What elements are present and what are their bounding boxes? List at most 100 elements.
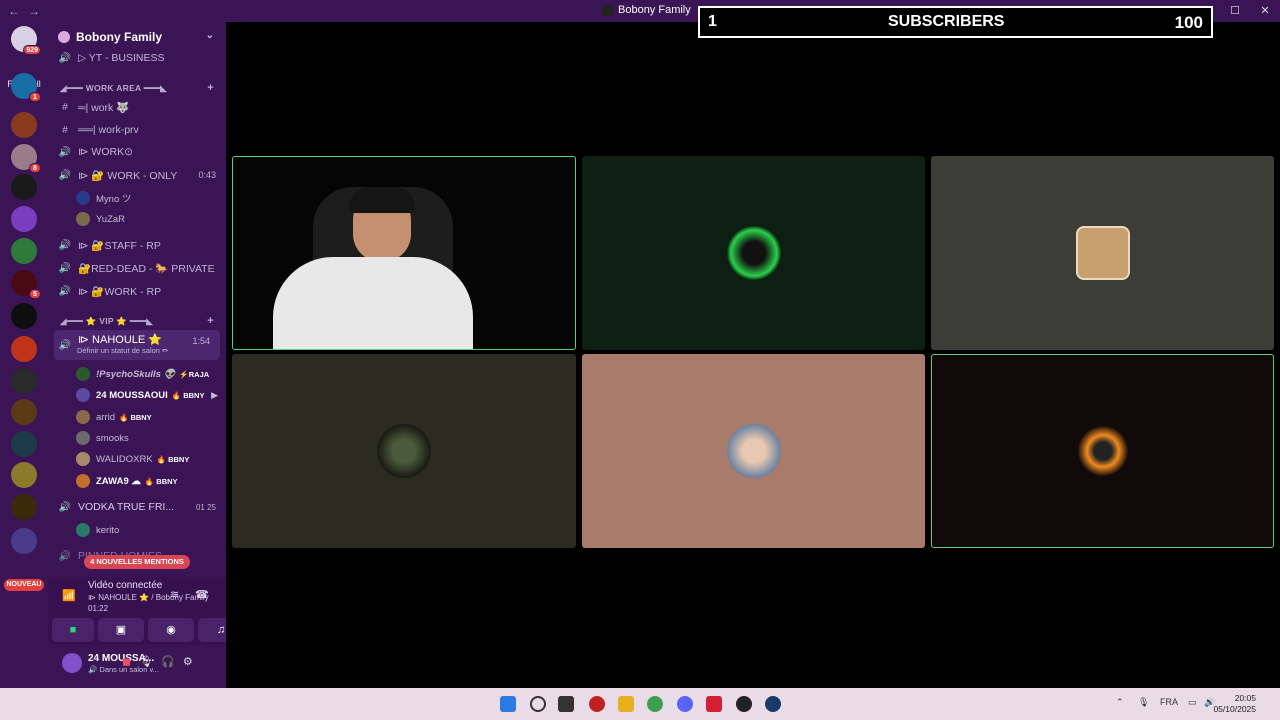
search-icon[interactable] (530, 696, 546, 712)
video-tile-avatar[interactable] (582, 156, 925, 350)
disconnect-icon[interactable]: ☎ (195, 588, 209, 601)
voice-user[interactable]: Myno ツ (76, 189, 224, 207)
channel-vodka[interactable]: 🔊 VODKA TRUE FRI... 01 25 (48, 498, 226, 516)
video-tile-avatar[interactable] (582, 354, 925, 548)
app-icon[interactable] (589, 696, 605, 712)
server-icon[interactable] (11, 368, 37, 394)
file-explorer-icon[interactable] (618, 696, 634, 712)
overlay-left-count: 1 (708, 13, 717, 30)
voice-channel-icon: 🔊 (58, 339, 72, 351)
chrome-icon[interactable] (647, 696, 663, 712)
guild-icon (58, 31, 70, 43)
server-icon[interactable] (11, 336, 37, 362)
back-icon[interactable]: ← (8, 4, 20, 18)
server-icon[interactable] (11, 528, 37, 554)
clock[interactable]: 20:05 05/10/2025 (1213, 693, 1256, 715)
overlay-goal: 100 (1174, 13, 1203, 32)
server-icon[interactable] (11, 494, 37, 520)
gear-icon[interactable]: ⚙ (183, 655, 193, 668)
avatar (76, 388, 90, 402)
maximize-icon[interactable]: ☐ (1220, 0, 1250, 22)
signal-icon[interactable]: 📶 (62, 589, 76, 602)
soundboard-button[interactable]: ♫ (198, 618, 226, 642)
server-icon[interactable]: 8 (11, 144, 41, 173)
channel-yt-business[interactable]: 🔊 ▷ YT - BUSINESS (48, 49, 226, 67)
nouveau-badge[interactable]: NOUVEAU (4, 579, 44, 591)
voice-user[interactable]: !PsychoSkulls 👽 ⚡RAJA (76, 365, 224, 383)
voice-channel-icon: 🔊 (58, 146, 72, 158)
video-tile-avatar[interactable] (931, 156, 1274, 350)
mic-icon[interactable]: 🎙 (139, 655, 153, 668)
voice-channel-icon: 🔊 (58, 262, 72, 274)
language-indicator[interactable]: FRA (1160, 697, 1178, 707)
video-tile-camera[interactable] (232, 156, 576, 350)
new-mentions-button[interactable]: 4 NOUVELLES MENTIONS (84, 555, 190, 569)
camera-icon: ▶ (211, 389, 218, 400)
voice-user[interactable]: YuZaR (76, 210, 224, 228)
steam-icon[interactable] (765, 696, 781, 712)
close-icon[interactable]: ✕ (1250, 0, 1280, 22)
category-vip[interactable]: ◢━━━ ⭐ VIP ⭐ ━━━◣ + (48, 312, 226, 330)
chevron-down-icon[interactable]: ⌄ (206, 30, 214, 41)
discord-icon[interactable] (677, 696, 693, 712)
forward-icon[interactable]: → (28, 4, 40, 18)
voice-user[interactable]: ZAWA9 ☁ 🔥 BBNY (76, 472, 224, 490)
add-channel-icon[interactable]: + (207, 82, 214, 94)
app-icon[interactable] (706, 696, 722, 712)
voice-status-channel[interactable]: ⧐ NAHOULE ⭐ / Bobony Family (88, 593, 209, 602)
voice-user[interactable]: WALIDOXRK 🔥 BBNY (76, 450, 224, 468)
screen-share-button[interactable]: ▣ (98, 618, 144, 642)
channel-status[interactable]: Définir un statut de salon ✏ (77, 345, 217, 355)
channel-work-o[interactable]: 🔊 ⧐ WORK⊙ (48, 143, 226, 161)
user-panel: 24 MOUSSA... 🔊 Dans un salon v... ◼ 🎙 🎧 … (48, 647, 226, 688)
server-icon[interactable]: 5 (11, 270, 41, 299)
channel-red-dead[interactable]: 🔊 🔐RED-DEAD - 🐎 PRIVATE (48, 259, 226, 277)
server-rail: 929 Read All 1 8 5 NOUVEAU (0, 22, 48, 688)
mic-icon[interactable]: 🎙 (1138, 697, 1149, 708)
avatar (76, 452, 90, 466)
server-icon[interactable] (11, 399, 37, 425)
category-work-area[interactable]: ◢━━━ WORK AREA ━━━◣ + (48, 79, 226, 97)
camera-button[interactable]: ■ (52, 618, 94, 642)
server-icon[interactable] (11, 206, 37, 232)
goku-avatar-icon (1077, 426, 1128, 476)
guild-header[interactable]: Bobony Family ⌄ (48, 22, 226, 52)
helmet-avatar-icon (377, 424, 431, 478)
add-channel-icon[interactable]: + (207, 315, 214, 327)
home-button[interactable]: 929 (11, 26, 41, 55)
task-view-icon[interactable] (558, 696, 574, 712)
video-grid (226, 22, 1280, 688)
photo-avatar-icon (726, 424, 781, 478)
avatar (76, 191, 90, 205)
channel-work[interactable]: # ═| work 🐺 (48, 98, 226, 116)
avatar[interactable] (62, 653, 82, 673)
avatar (76, 431, 90, 445)
server-icon[interactable] (11, 462, 37, 488)
server-icon[interactable] (11, 303, 37, 329)
voice-channel-icon: 🔊 (58, 285, 72, 297)
server-icon[interactable] (11, 174, 37, 200)
voice-user[interactable]: arrid 🔥 BBNY (76, 408, 224, 426)
app-icon[interactable] (736, 696, 752, 712)
voice-user[interactable]: kerito (76, 521, 224, 539)
video-tile-avatar[interactable] (232, 354, 576, 548)
channel-work-only[interactable]: 🔊 ⧐ 🔐 WORK - ONLY 0:43 (48, 166, 226, 184)
chevron-up-icon[interactable]: ⌃ (1116, 697, 1124, 708)
server-icon[interactable] (11, 431, 37, 457)
noise-suppression-icon[interactable]: ≋ (170, 588, 179, 601)
server-icon[interactable] (11, 238, 37, 264)
server-icon[interactable] (11, 112, 37, 138)
channel-work-rp[interactable]: 🔊 ⧐ 🔐WORK - RP (48, 282, 226, 300)
headphones-icon[interactable]: 🎧 (161, 655, 175, 668)
network-icon[interactable]: ▭ (1188, 697, 1197, 708)
voice-user[interactable]: 24 MOUSSAOUI 🔥 BBNY ▶ (76, 386, 224, 404)
taskbar: ⌃ 🎙 FRA ▭ 🔊 20:05 05/10/2025 (0, 688, 1280, 720)
server-icon-ea[interactable]: 1 (11, 73, 41, 102)
channel-staff-rp[interactable]: 🔊 ⧐ 🔐STAFF - RP (48, 236, 226, 254)
channel-work-prv[interactable]: # ══| work-prv (48, 121, 226, 139)
video-tile-avatar[interactable] (931, 354, 1274, 548)
voice-user[interactable]: smooks (76, 429, 224, 447)
video-off-icon[interactable]: ◼ (122, 655, 131, 668)
windows-start-icon[interactable] (500, 696, 516, 712)
activity-button[interactable]: ◉ (148, 618, 194, 642)
